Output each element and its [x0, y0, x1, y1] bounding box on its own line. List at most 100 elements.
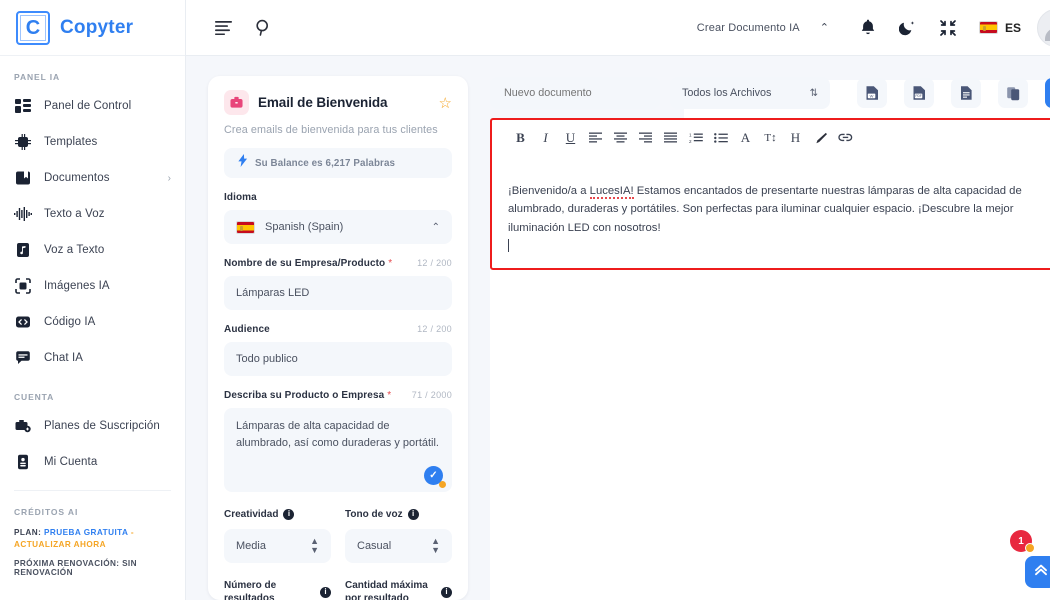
sidebar-item-codigo-ia[interactable]: Código IA [0, 304, 185, 340]
editor-misspelled-word: LucesIA! [589, 185, 634, 199]
align-left-icon[interactable] [583, 125, 608, 151]
brand-name: Copyter [60, 16, 134, 38]
svg-text:1: 1 [689, 132, 692, 137]
info-icon[interactable]: i [283, 509, 295, 521]
sidebar-item-label: Imágenes IA [44, 280, 110, 292]
pdf-export-icon[interactable]: PDF [904, 78, 934, 108]
align-right-icon[interactable] [633, 125, 658, 151]
results-count-option: Número de resultados i [224, 579, 331, 600]
sidebar-item-chat-ia[interactable]: Chat IA [0, 340, 185, 376]
plan-upgrade-link[interactable]: ACTUALIZAR AHORA [14, 540, 106, 549]
ordered-list-icon[interactable]: 12 [683, 125, 708, 151]
language-label: Idioma [224, 192, 257, 203]
info-icon[interactable]: i [407, 509, 419, 521]
plan-line: PLAN: PRUEBA GRATUITA - ACTUALIZAR AHORA [14, 527, 171, 551]
editor-panel: Todos los Archivos ⇅ W PDF [490, 76, 1050, 600]
max-amount-label: Cantidad máxima por resultado [345, 579, 428, 600]
search-icon[interactable] [248, 13, 278, 43]
sidebar-item-imagenes-ia[interactable]: Imágenes IA [0, 268, 185, 304]
renewal-line: PRÓXIMA RENOVACIÓN: SIN RENOVACIÓN [14, 558, 137, 577]
sidebar-item-planes-de-suscripcion[interactable]: Planes de Suscripción [0, 408, 185, 444]
chat-icon [14, 349, 32, 367]
grammar-status-dot [439, 481, 446, 488]
sidebar-section-cuenta: CUENTA [14, 392, 55, 402]
chevron-up-icon[interactable]: ⌃ [806, 21, 843, 34]
copy-icon[interactable] [998, 78, 1028, 108]
italic-icon[interactable]: I [533, 125, 558, 151]
sidebar: C Copyter PANEL IA Panel de Control Temp… [0, 0, 186, 600]
sidebar-item-voz-a-texto[interactable]: Voz a Texto [0, 232, 185, 268]
results-count-label-row: Número de resultados i [224, 579, 331, 600]
company-label: Nombre de su Empresa/Producto [224, 258, 386, 269]
sidebar-item-label: Código IA [44, 316, 96, 328]
heading-icon[interactable]: H [783, 125, 808, 151]
sidebar-item-documentos[interactable]: Documentos › [0, 160, 185, 196]
save-document-icon[interactable] [1045, 78, 1050, 108]
sidebar-item-label: Voz a Texto [44, 244, 105, 256]
info-icon[interactable]: i [441, 586, 452, 598]
underline-icon[interactable]: U [558, 125, 583, 151]
options-row-1: Creatividad i Media ▲ ▼ Tono de voz i Ca… [224, 508, 452, 563]
tone-label: Tono de voz [345, 509, 403, 520]
tone-select[interactable]: Casual ▲ ▼ [345, 528, 452, 563]
compress-icon[interactable] [933, 13, 963, 43]
avatar-inner [1038, 10, 1050, 46]
company-counter: 12 / 200 [417, 258, 452, 268]
favorite-star-icon[interactable]: ☆ [439, 94, 452, 112]
text-color-icon[interactable] [808, 125, 833, 151]
required-marker: * [387, 390, 392, 401]
create-document-button[interactable]: Crear Documento IA [697, 22, 800, 34]
bold-icon[interactable]: B [508, 125, 533, 151]
language-code: ES [1004, 20, 1021, 35]
company-input[interactable]: Lámparas LED [224, 276, 452, 310]
audience-label-row: Audience 12 / 200 [224, 324, 452, 335]
language-select[interactable]: Spanish (Spain) ⌃ [224, 210, 452, 244]
link-icon[interactable] [833, 125, 858, 151]
sidebar-item-mi-cuenta[interactable]: Mi Cuenta [0, 444, 185, 480]
files-filter-select[interactable]: Todos los Archivos ⇅ [670, 77, 830, 109]
sidebar-item-panel-de-control[interactable]: Panel de Control [0, 88, 185, 124]
top-bar: Crear Documento IA ⌃ ES [186, 0, 1050, 56]
briefcase-icon [224, 90, 249, 115]
max-amount-option: Cantidad máxima por resultado i [345, 579, 452, 600]
notification-badge[interactable]: 1 [1010, 530, 1035, 553]
language-selector[interactable]: ES [973, 21, 1027, 35]
main-area: Crear Documento IA ⌃ ES Email de Bienven… [186, 0, 1050, 600]
plan-dash: - [130, 528, 134, 537]
editor-text-body[interactable]: ¡Bienvenido/a a LucesIA! Estamos encanta… [492, 156, 1050, 253]
text-file-icon[interactable] [951, 78, 981, 108]
bell-icon[interactable] [853, 13, 883, 43]
dashboard-icon [14, 97, 32, 115]
tone-option: Tono de voz i Casual ▲ ▼ [345, 508, 452, 563]
unordered-list-icon[interactable] [708, 125, 733, 151]
align-justify-icon[interactable] [658, 125, 683, 151]
creativity-select[interactable]: Media ▲ ▼ [224, 528, 331, 563]
scroll-to-top-button[interactable] [1025, 556, 1050, 588]
moon-icon[interactable] [893, 13, 923, 43]
description-textarea[interactable]: Lámparas de alta capacidad de alumbrado,… [224, 408, 452, 492]
balance-text: Su Balance es 6,217 Palabras [255, 157, 396, 169]
sidebar-item-templates[interactable]: Templates [0, 124, 185, 160]
audience-input[interactable]: Todo publico [224, 342, 452, 376]
chevron-right-icon: › [167, 172, 171, 184]
info-icon[interactable]: i [320, 586, 331, 598]
stepper-icon: ▲ ▼ [310, 535, 319, 555]
plan-value: PRUEBA GRATUITA [44, 528, 129, 537]
font-family-icon[interactable]: A [733, 125, 758, 151]
document-name-input[interactable] [490, 77, 660, 109]
sidebar-item-texto-a-voz[interactable]: Texto a Voz [0, 196, 185, 232]
editor-text-pre: ¡Bienvenido/a a [508, 185, 590, 197]
creativity-option: Creatividad i Media ▲ ▼ [224, 508, 331, 563]
sidebar-item-label: Panel de Control [44, 100, 132, 112]
font-size-icon[interactable]: T↕ [758, 125, 783, 151]
menu-lines-icon[interactable] [208, 13, 238, 43]
user-avatar[interactable] [1037, 8, 1050, 47]
word-export-icon[interactable]: W [857, 78, 887, 108]
brand-logo[interactable]: C Copyter [0, 0, 185, 56]
text-caret [508, 239, 509, 253]
sidebar-item-label: Mi Cuenta [44, 456, 98, 468]
rich-text-toolbar: B I U 1 2 A T↕ H [492, 120, 1050, 156]
align-center-icon[interactable] [608, 125, 633, 151]
description-textarea-value: Lámparas de alta capacidad de alumbrado,… [236, 420, 439, 450]
code-icon [14, 313, 32, 331]
